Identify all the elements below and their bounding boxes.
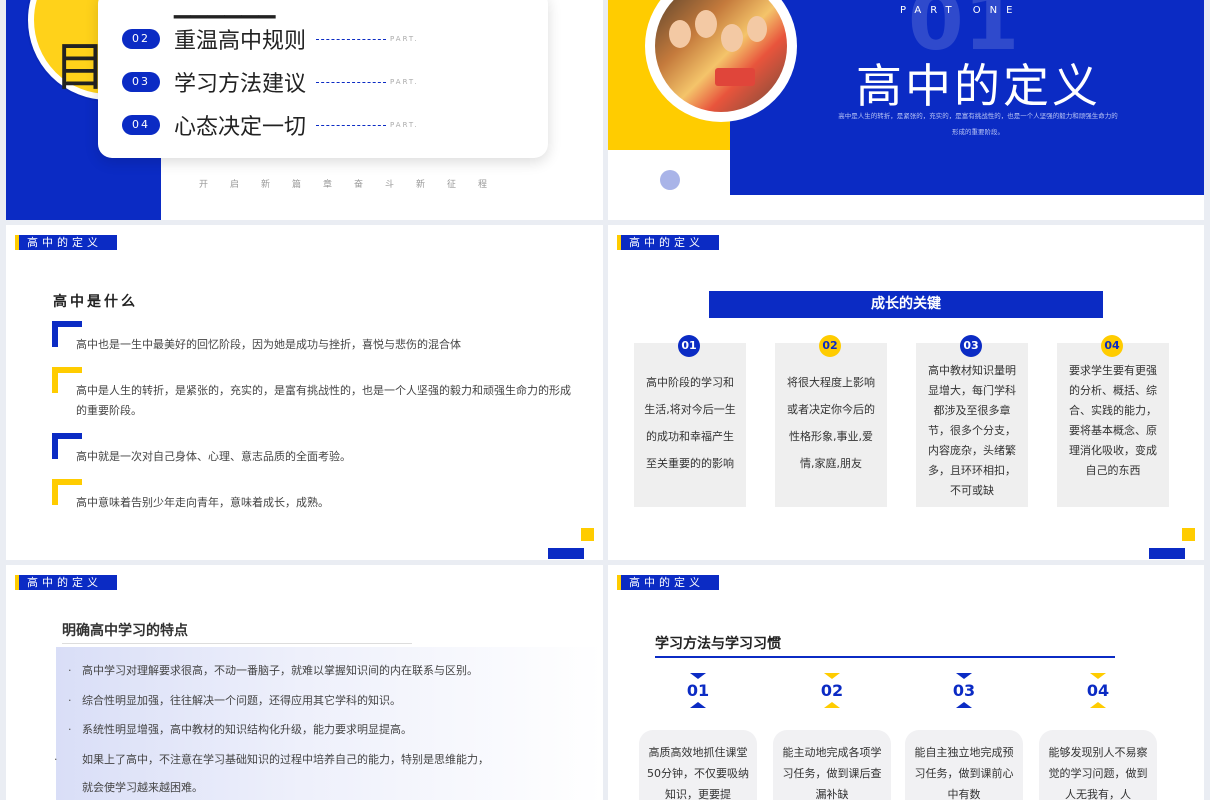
- card-badge: 02: [819, 335, 841, 357]
- card-text: 高中教材知识量明显增大，每门学科都涉及至很多章节，很多个分支，内容庞杂，头绪繁多…: [928, 364, 1016, 497]
- toc-part: PART.: [390, 78, 419, 86]
- method-card: 能主动地完成各项学习任务，做到课后查漏补缺: [773, 730, 891, 800]
- step-number: 04: [1086, 681, 1110, 700]
- slide-study-features[interactable]: 高中的定义 明确高中学习的特点 · 高中学习对理解要求很高，不动一番脑子，就难以掌…: [6, 565, 603, 800]
- item-text: 高中意味着告别少年走向青年，意味着成长，成熟。: [76, 496, 329, 509]
- method-card: 能够发现别人不易察觉的学习问题，做到人无我有，人: [1039, 730, 1157, 800]
- slide-what-is-high-school[interactable]: 高中的定义 高中是什么 高中也是一生中最美好的回忆阶段，因为她是成功与挫折，喜悦…: [6, 225, 603, 560]
- slide-part-one[interactable]: 01 PART ONE 高中的定义 高中是人生的转折，是紧张的，充实的，是富有挑…: [608, 0, 1204, 220]
- toc-num: 02: [122, 29, 160, 49]
- list-item: · 高中学习对理解要求很高，不动一番脑子，就难以掌握知识间的内在联系与区别。: [68, 664, 478, 677]
- toc-label: 重温高中规则: [174, 29, 307, 54]
- dashed-line: [316, 38, 387, 40]
- toc-part: PART.: [390, 121, 419, 129]
- list-item: · 系统性明显增强，高中教材的知识结构化升级，能力要求明显提高。: [68, 723, 412, 736]
- toc-label: 学习方法建议: [174, 72, 307, 97]
- yellow-square: [581, 528, 594, 541]
- step-marker: 04: [1036, 673, 1160, 708]
- chevron-up-icon: [824, 702, 840, 708]
- card-text: 高质高效地抓住课堂50分钟，不仅要吸纳知识，更要提: [647, 746, 749, 800]
- toc-item: 02 重温高中规则 PART.: [122, 23, 419, 55]
- card-text: 要求学生要有更强的分析、概括、综合、实践的能力，要将基本概念、原理消化吸收，变成…: [1069, 364, 1157, 477]
- card-text: 能自主独立地完成预习任务，做到课前心中有数: [914, 746, 1014, 800]
- heading-underline: [62, 643, 412, 644]
- toc-item: 04 心态决定一切 PART.: [122, 109, 419, 141]
- banner: 成长的关键: [709, 291, 1103, 318]
- step-number: 03: [952, 681, 976, 700]
- slide-tag: 高中的定义: [617, 235, 719, 250]
- step-number: 01: [686, 681, 710, 700]
- step-marker: 03: [902, 673, 1026, 708]
- slide-heading: 学习方法与学习习惯: [655, 636, 781, 652]
- step-marker: 01: [636, 673, 760, 708]
- chevron-down-icon: [824, 673, 840, 679]
- item-text: 高中也是一生中最美好的回忆阶段，因为她是成功与挫折，喜悦与悲伤的混合体: [76, 338, 461, 351]
- slide-tag: 高中的定义: [617, 575, 719, 590]
- card-text: 将很大程度上影响或者决定你今后的性格形象,事业,爱情,家庭,朋友: [787, 376, 875, 470]
- slide-growth-keys[interactable]: 高中的定义 成长的关键 01 高中阶段的学习和生活,将对今后一生的成功和幸福产生…: [608, 225, 1204, 560]
- blue-bar: [1149, 548, 1185, 559]
- lavender-dot: [660, 170, 680, 190]
- list-item: · 综合性明显加强，往往解决一个问题，还得应用其它学科的知识。: [68, 694, 401, 707]
- item-text: 高中是人生的转折，是紧张的，充实的，是富有挑战性的，也是一个人坚强的毅力和顽强生…: [76, 384, 571, 417]
- dashed-line: [316, 124, 387, 126]
- step-marker: 02: [770, 673, 894, 708]
- dashed-line: [316, 81, 387, 83]
- toc-num: 03: [122, 72, 160, 92]
- chevron-up-icon: [690, 702, 706, 708]
- slide-heading: 高中是什么: [53, 294, 138, 310]
- card-text: 能够发现别人不易察觉的学习问题，做到人无我有，人: [1048, 746, 1148, 800]
- card-badge: 01: [678, 335, 700, 357]
- key-card: 02 将很大程度上影响或者决定你今后的性格形象,事业,爱情,家庭,朋友: [775, 335, 887, 507]
- section-title: 高中的定义: [856, 59, 1101, 113]
- slide-tag: 高中的定义: [15, 235, 117, 250]
- heading-underline: [655, 656, 1115, 658]
- part-label: PART ONE: [900, 5, 1022, 16]
- slide-toc[interactable]: 目录 01 ▁▁▁▁▁▁ 02 重温高中规则 PART. 03 学习方法建议 P…: [6, 0, 603, 220]
- item-text: 高中就是一次对自己身体、心理、意志品质的全面考验。: [76, 450, 351, 463]
- key-card: 01 高中阶段的学习和生活,将对今后一生的成功和幸福产生至关重要的的影响: [634, 335, 746, 507]
- desc-line: 高中是人生的转折，是紧张的，充实的，是富有挑战性的，也是一个人坚强的毅力和顽强生…: [838, 112, 1118, 120]
- slide-heading: 明确高中学习的特点: [62, 623, 188, 639]
- toc-num: 04: [122, 115, 160, 135]
- method-card: 高质高效地抓住课堂50分钟，不仅要吸纳知识，更要提: [639, 730, 757, 800]
- key-card: 03 高中教材知识量明显增大，每门学科都涉及至很多章节，很多个分支，内容庞杂，头…: [916, 335, 1028, 507]
- card-text: 能主动地完成各项学习任务，做到课后查漏补缺: [782, 746, 882, 800]
- slide-study-methods[interactable]: 高中的定义 学习方法与学习习惯 01 02 03 04 高质高效地抓住课堂50分…: [608, 565, 1204, 800]
- yellow-square: [1182, 528, 1195, 541]
- desc-line: 形成的重要阶段。: [952, 127, 1004, 136]
- toc-subtitle: 开启新篇章奋斗新征程: [199, 180, 510, 190]
- method-card: 能自主独立地完成预习任务，做到课前心中有数: [905, 730, 1023, 800]
- key-card: 04 要求学生要有更强的分析、概括、综合、实践的能力，要将基本概念、原理消化吸收…: [1057, 335, 1169, 507]
- list-item: · 如果上了高中，不注意在学习基础知识的过程中培养自己的能力，特别是思维能力，就会…: [54, 753, 489, 794]
- card-badge: 03: [960, 335, 982, 357]
- chevron-down-icon: [1090, 673, 1106, 679]
- card-badge: 04: [1101, 335, 1123, 357]
- toc-part: PART.: [390, 35, 419, 43]
- step-number: 02: [820, 681, 844, 700]
- toc-item-01-partial: 01 ▁▁▁▁▁▁: [174, 0, 276, 19]
- chevron-up-icon: [1090, 702, 1106, 708]
- toc-item: 03 学习方法建议 PART.: [122, 66, 419, 98]
- chevron-down-icon: [956, 673, 972, 679]
- chevron-down-icon: [690, 673, 706, 679]
- card-text: 高中阶段的学习和生活,将对今后一生的成功和幸福产生至关重要的的影响: [644, 376, 736, 470]
- chevron-up-icon: [956, 702, 972, 708]
- slide-tag: 高中的定义: [15, 575, 117, 590]
- toc-label: 心态决定一切: [174, 115, 307, 140]
- section-desc: 高中是人生的转折，是紧张的，充实的，是富有挑战性的，也是一个人坚强的毅力和顽强生…: [828, 109, 1128, 140]
- blue-bar: [548, 548, 584, 559]
